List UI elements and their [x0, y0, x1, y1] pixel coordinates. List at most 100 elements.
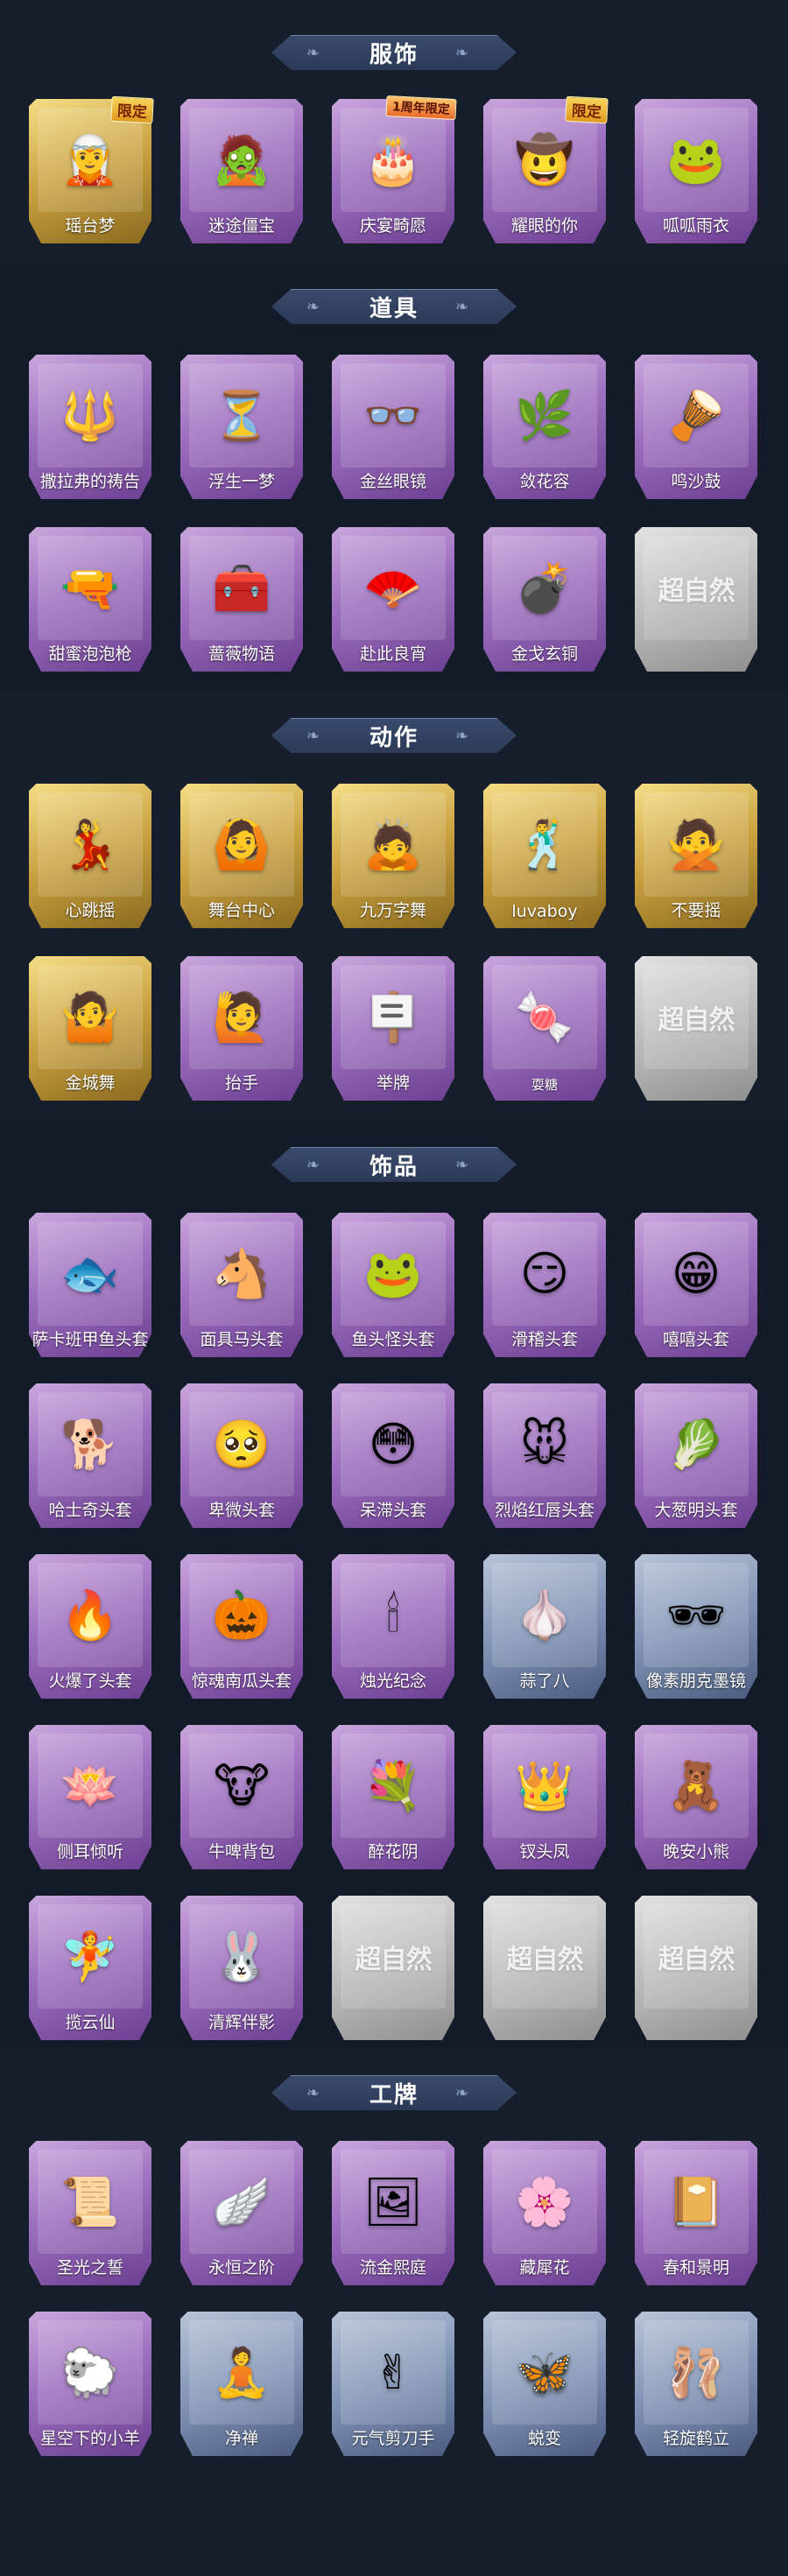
item-name: 金城舞 [65, 1073, 116, 1093]
item-name: 耀眼的你 [510, 216, 578, 236]
item-card[interactable]: 🌿 敛花容 [483, 355, 606, 499]
item-card[interactable]: 📜 圣光之誓 [29, 2141, 151, 2285]
item-card[interactable]: 🤠 耀眼的你 限定 [483, 95, 609, 243]
item-name: 惊魂南瓜头套 [191, 1672, 292, 1691]
item-card[interactable]: 🎂 庆宴畸愿 1周年限定 [332, 95, 457, 243]
item-icon: 🙋 [212, 989, 271, 1045]
card-art: 🦋 [492, 2320, 597, 2425]
item-card[interactable]: 🐸 呱呱雨衣 [635, 99, 757, 243]
item-icon: 📜 [60, 2173, 120, 2229]
item-card[interactable]: 👓 金丝眼镜 [332, 355, 454, 499]
section-banner: ❧ 服饰 ❧ [271, 28, 517, 77]
item-card[interactable]: 🪽 永恒之阶 [180, 2141, 303, 2285]
item-card[interactable]: 💐 醉花阴 [332, 1725, 454, 1869]
item-card[interactable]: 🧘 净禅 [180, 2312, 303, 2456]
item-card[interactable]: 🐴 面具马头套 [180, 1213, 303, 1357]
item-card[interactable]: 😳 呆滞头套 [332, 1383, 454, 1528]
item-card[interactable]: 📔 春和景明 [635, 2141, 757, 2285]
card-art: 🌸 [492, 2150, 597, 2254]
item-card[interactable]: 🐭 烈焰红唇头套 [483, 1383, 606, 1528]
item-card[interactable]: 🙋 抬手 [180, 956, 303, 1101]
item-card[interactable]: 超自然 [483, 1896, 606, 2040]
card-art: 🪧 [341, 965, 446, 1069]
watermark-logo: 超自然 [355, 1944, 433, 1975]
watermark-logo: 超自然 [658, 1944, 735, 1975]
item-card[interactable]: 🧰 蔷薇物语 [180, 527, 303, 672]
card-art: 🧘 [189, 2320, 294, 2425]
item-card[interactable]: 🥺 卑微头套 [180, 1383, 303, 1528]
item-card[interactable]: 🔱 撒拉弗的祷告 [29, 355, 151, 499]
item-card[interactable]: 🧸 晚安小熊 [635, 1725, 757, 1869]
item-icon: 🐑 [60, 2344, 120, 2400]
item-icon: 🌿 [515, 387, 574, 443]
item-card[interactable]: 🙇 九万字舞 [332, 784, 454, 928]
item-card[interactable]: 💣 金戈玄铜 [483, 527, 606, 672]
card-art: 😳 [341, 1392, 446, 1496]
item-name: 撒拉弗的祷告 [39, 472, 140, 491]
item-card[interactable]: 🔫 甜蜜泡泡枪 [29, 527, 151, 672]
item-card[interactable]: 🌸 藏犀花 [483, 2141, 606, 2285]
item-card[interactable]: 🕯 烛光纪念 [332, 1554, 454, 1699]
item-card[interactable]: ⏳ 浮生一梦 [180, 355, 303, 499]
item-name: 举牌 [376, 1073, 410, 1093]
item-icon: 🩰 [666, 2344, 726, 2400]
item-icon: 🐭 [519, 1416, 570, 1472]
swirl-ornament-icon: ❧ [306, 727, 320, 745]
item-card[interactable]: 🧟 迷途僵宝 [180, 99, 303, 243]
item-card[interactable]: 🪭 赴此良宵 [332, 527, 454, 672]
item-card[interactable]: 🕶 像素朋克墨镜 [635, 1554, 757, 1699]
section-banner: ❧ 工牌 ❧ [271, 2068, 517, 2117]
item-card[interactable]: 🐸 鱼头怪头套 [332, 1213, 454, 1357]
card-art: 💃 [38, 792, 143, 897]
item-card[interactable]: 超自然 [332, 1896, 454, 2040]
item-card[interactable]: 🔥 火爆了头套 [29, 1554, 151, 1699]
item-icon: 🐟 [60, 1245, 120, 1301]
item-card[interactable]: 🐕 哈士奇头套 [29, 1383, 151, 1528]
item-card[interactable]: 🙅 不要摇 [635, 784, 757, 928]
item-name: 金丝眼镜 [359, 472, 426, 491]
swirl-ornament-icon: ❧ [455, 727, 469, 745]
item-card[interactable]: 👑 钗头凤 [483, 1725, 606, 1869]
item-card[interactable]: 🎃 惊魂南瓜头套 [180, 1554, 303, 1699]
item-card[interactable]: 🙆 舞台中心 [180, 784, 303, 928]
item-card[interactable]: 🪧 举牌 [332, 956, 454, 1101]
item-card[interactable]: 🪘 鸣沙鼓 [635, 355, 757, 499]
item-name: 净禅 [224, 2429, 258, 2448]
item-card[interactable]: 🍬 耍糖 [483, 956, 606, 1101]
card-art: 🧸 [644, 1734, 749, 1838]
item-card[interactable]: ✌ 元气剪刀手 [332, 2312, 454, 2456]
item-card[interactable]: 🐰 清辉伴影 [180, 1896, 303, 2040]
item-card[interactable]: 🐮 牛啤背包 [180, 1725, 303, 1869]
item-card[interactable]: 🐑 星空下的小羊 [29, 2312, 151, 2456]
item-card[interactable]: 🪷 侧耳倾听 [29, 1725, 151, 1869]
item-card[interactable]: 🧄 蒜了八 [483, 1554, 606, 1699]
item-card[interactable]: 🕺 luvaboy [483, 784, 606, 928]
item-icon: 🙆 [212, 816, 271, 872]
item-card[interactable]: 🧝 瑶台梦 限定 [29, 95, 154, 243]
item-card[interactable]: 超自然 [635, 956, 757, 1101]
item-card[interactable]: 超自然 [635, 1896, 757, 2040]
item-name: 烛光纪念 [359, 1672, 426, 1691]
card-art: 🧰 [189, 536, 294, 640]
item-card[interactable]: 🩰 轻旋鹤立 [635, 2312, 757, 2456]
item-name: 面具马头套 [200, 1330, 284, 1349]
item-card[interactable]: 💃 心跳摇 [29, 784, 151, 928]
item-icon: 🐰 [212, 1928, 271, 1984]
item-name: 蔷薇物语 [208, 644, 275, 664]
card-art: 💣 [492, 536, 597, 640]
card-art: 🐮 [189, 1734, 294, 1838]
item-card[interactable]: 🥬 大葱明头套 [635, 1383, 757, 1528]
item-name: 舞台中心 [208, 901, 275, 920]
card-art: 🧝 [38, 108, 143, 212]
item-card[interactable]: 🐟 萨卡班甲鱼头套 [29, 1213, 151, 1357]
item-card[interactable]: 🖼 流金熙庭 [332, 2141, 454, 2285]
item-card[interactable]: 🧚 揽云仙 [29, 1896, 151, 2040]
item-card[interactable]: 😏 滑稽头套 [483, 1213, 606, 1357]
item-icon: 🪘 [666, 387, 726, 443]
item-card[interactable]: 🦋 蜕变 [483, 2312, 606, 2456]
item-card[interactable]: 🤷 金城舞 [29, 956, 151, 1101]
swirl-ornament-icon: ❧ [306, 298, 320, 316]
item-card[interactable]: 超自然 [635, 527, 757, 672]
item-card[interactable]: 😁 嘻嘻头套 [635, 1213, 757, 1357]
item-icon: 🧸 [666, 1757, 726, 1813]
